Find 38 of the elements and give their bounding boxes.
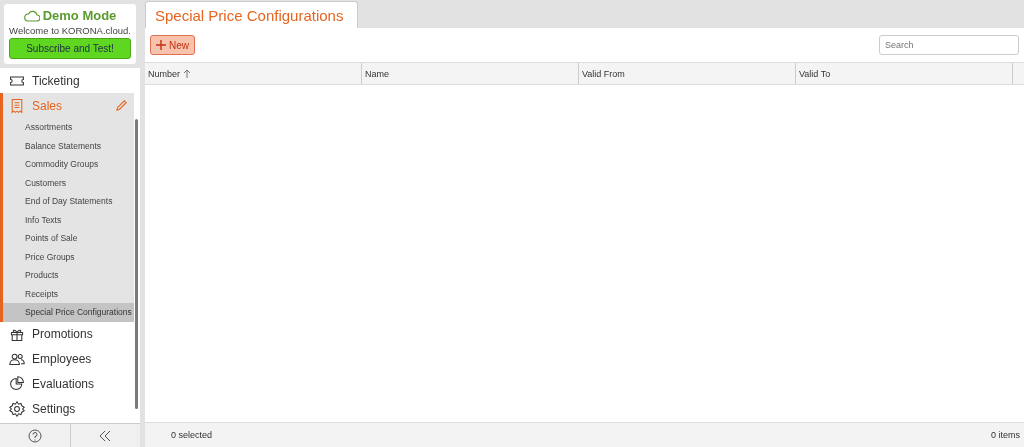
- nav-item[interactable]: Employees: [0, 346, 134, 372]
- nav-subitem[interactable]: Commodity Groups: [3, 155, 134, 174]
- receipt-icon: [9, 97, 25, 114]
- pie-chart-icon: [9, 376, 25, 392]
- nav-item[interactable]: Promotions: [0, 321, 134, 347]
- nav-item[interactable]: Settings: [0, 396, 134, 422]
- nav-subitem[interactable]: Special Price Configurations: [3, 303, 134, 322]
- sort-arrow-icon: [183, 69, 191, 78]
- column-header[interactable]: Number: [145, 63, 362, 84]
- new-button[interactable]: New: [150, 35, 195, 55]
- plus-icon: [156, 40, 166, 50]
- nav-subitem[interactable]: End of Day Statements: [3, 192, 134, 211]
- nav-subitem[interactable]: Products: [3, 266, 134, 285]
- nav-subitem[interactable]: Receipts: [3, 284, 134, 303]
- double-chevron-left-icon: [99, 429, 112, 442]
- column-header[interactable]: Valid From: [579, 63, 796, 84]
- settings-icon: [9, 401, 25, 417]
- people-icon: [9, 351, 25, 367]
- cloud-icon: [23, 9, 40, 22]
- nav-subitem[interactable]: Price Groups: [3, 247, 134, 266]
- selected-count: 0 selected: [171, 430, 213, 440]
- demo-title: Demo Mode: [42, 8, 117, 23]
- help-icon: [27, 428, 42, 443]
- column-header[interactable]: Name: [362, 63, 579, 84]
- nav-subitem[interactable]: Info Texts: [3, 210, 134, 229]
- nav-subitem[interactable]: Assortments: [3, 118, 134, 137]
- nav-subitem[interactable]: Balance Statements: [3, 136, 134, 155]
- pencil-icon[interactable]: [115, 99, 128, 112]
- item-count: 0 items: [991, 430, 1020, 440]
- nav-item[interactable]: Evaluations: [0, 371, 134, 397]
- scrollbar-thumb[interactable]: [135, 119, 138, 409]
- nav-item[interactable]: Ticketing: [0, 68, 134, 93]
- welcome-text: Welcome to KORONA.cloud.: [9, 25, 131, 36]
- column-header[interactable]: Valid To: [796, 63, 1013, 84]
- nav-subitem[interactable]: Customers: [3, 173, 134, 192]
- search-field[interactable]: Search: [879, 35, 1019, 55]
- subscribe-button[interactable]: Subscribe and Test!: [9, 38, 131, 59]
- nav-subitem[interactable]: Points of Sale: [3, 229, 134, 248]
